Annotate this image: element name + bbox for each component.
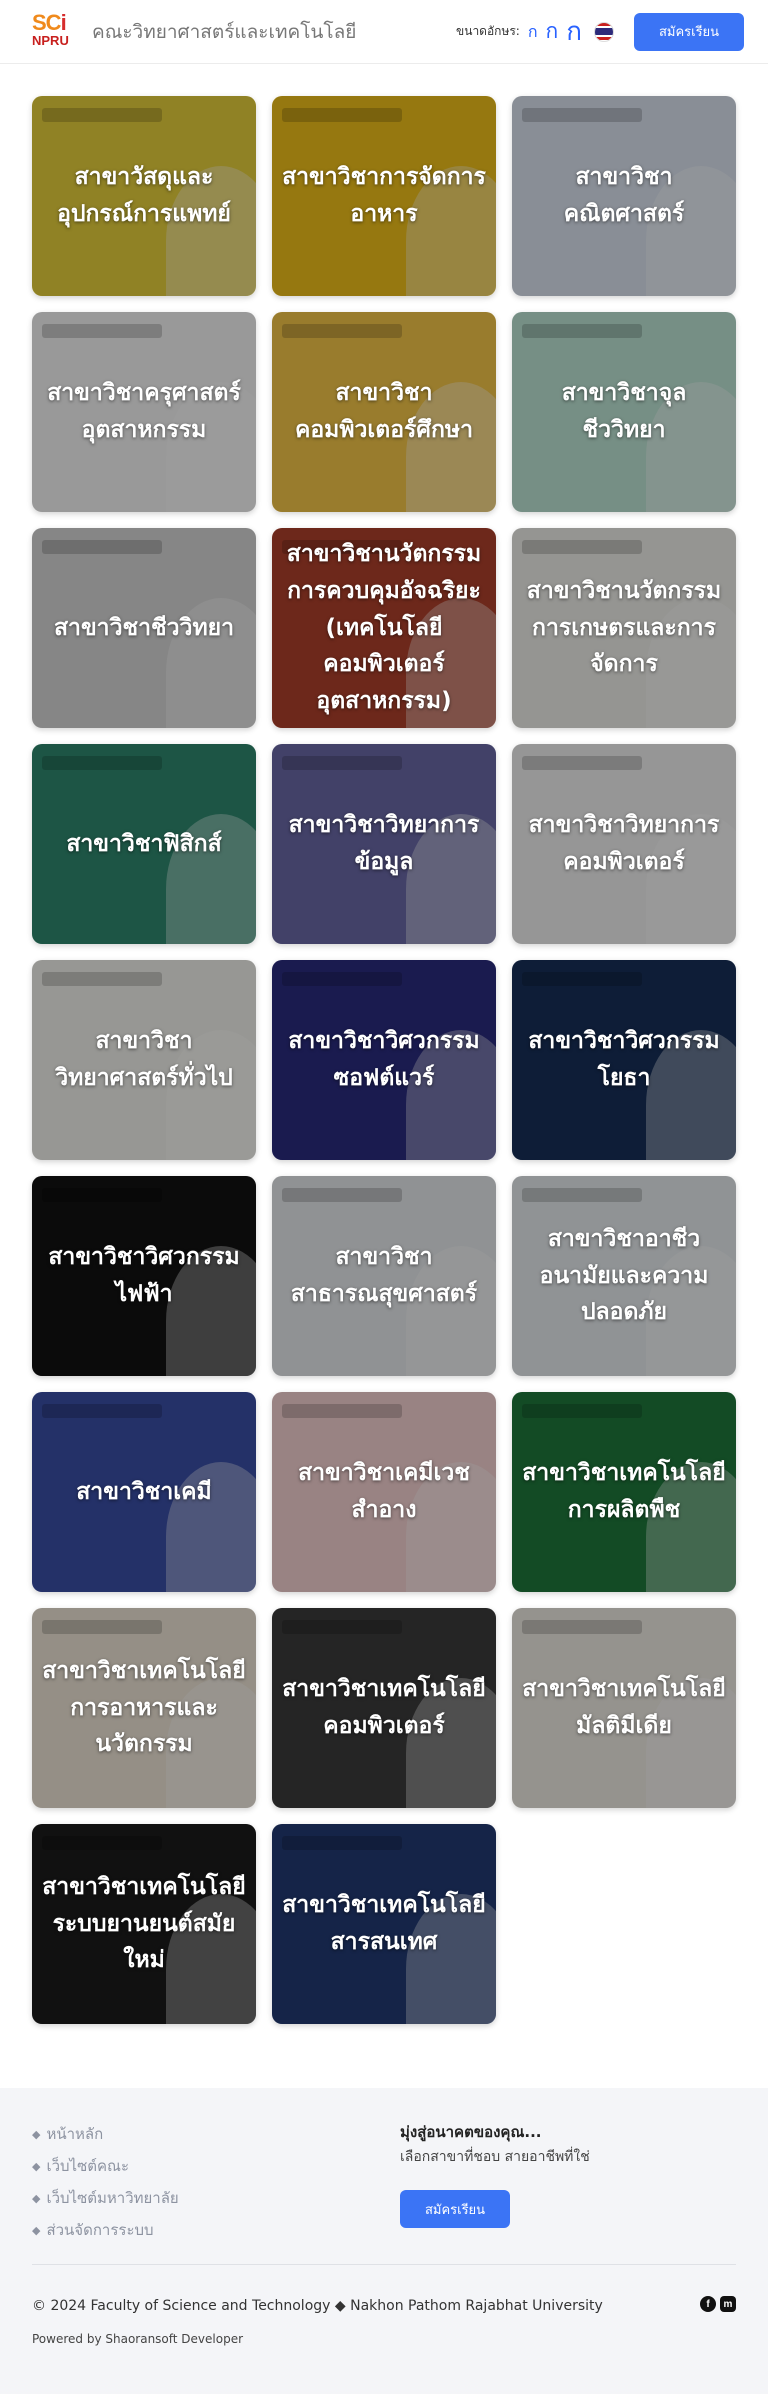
major-card-title: สาขาวิชาการจัดการอาหาร [282,164,486,227]
major-card[interactable]: สาขาวิชาวิทยาศาสตร์ทั่วไป [32,960,256,1160]
diamond-icon: ◆ [32,2127,41,2141]
major-card-title: สาขาวิชานวัตกรรมการควบคุมอัจฉริยะ (เทคโน… [286,541,482,715]
footer-link-admin[interactable]: ◆ ส่วนจัดการระบบ [32,2214,179,2246]
footer-links: ◆ หน้าหลัก ◆ เว็บไซต์คณะ ◆ เว็บไซต์มหาวิทยา… [32,2118,179,2246]
footer-link-label: หน้าหลัก [46,2125,104,2143]
font-size-label: ขนาดอักษร: [456,24,520,38]
major-card[interactable]: สาขาวิชาสาธารณสุขศาสตร์ [272,1176,496,1376]
major-card[interactable]: สาขาวิชาวิทยาการคอมพิวเตอร์ [512,744,736,944]
major-card[interactable]: สาขาวิชาการจัดการอาหาร [272,96,496,296]
major-card[interactable]: สาขาวิชานวัตกรรมการเกษตรและการจัดการ [512,528,736,728]
major-card-title: สาขาวิชาเทคโนโลยีมัลติมีเดีย [522,1676,726,1739]
diamond-icon: ◆ [32,2223,41,2237]
major-card-title: สาขาวิชาครุศาสตร์อุตสาหกรรม [47,380,241,443]
majors-grid: สาขาวัสดุและอุปกรณ์การแพทย์ สาขาวิชาการจั… [32,96,736,2024]
major-card-title: สาขาวิชาวิศวกรรมซอฟต์แวร์ [288,1028,480,1091]
cta-title: มุ่งสู่อนาคตของคุณ... [400,2123,542,2141]
major-card-title: สาขาวิชานวัตกรรมการเกษตรและการจัดการ [526,577,722,678]
thai-flag-icon[interactable] [594,21,614,42]
major-card[interactable]: สาขาวิชาเทคโนโลยีคอมพิวเตอร์ [272,1608,496,1808]
major-card[interactable]: สาขาวิชาเทคโนโลยีระบบยานยนต์สมัยใหม่ [32,1824,256,2024]
footer-link-university-site[interactable]: ◆ เว็บไซต์มหาวิทยาลัย [32,2182,179,2214]
footer-link-faculty-site[interactable]: ◆ เว็บไซต์คณะ [32,2150,179,2182]
major-card-title: สาขาวิชาคณิตศาสตร์ [563,164,685,227]
footer-link-label: เว็บไซต์มหาวิทยาลัย [46,2189,179,2207]
major-card[interactable]: สาขาวัสดุและอุปกรณ์การแพทย์ [32,96,256,296]
major-card[interactable]: สาขาวิชาวิศวกรรมโยธา [512,960,736,1160]
apply-button[interactable]: สมัครเรียน [634,12,744,51]
social-links: f m [700,2296,736,2312]
cta-subtitle: เลือกสาขาที่ชอบ สายอาชีพที่ใช่ [400,2149,590,2165]
footer-cta: มุ่งสู่อนาคตของคุณ... เลือกสาขาที่ชอบ สา… [400,2120,590,2228]
major-card-title: สาขาวิชาคอมพิวเตอร์ศึกษา [294,380,473,443]
major-card[interactable]: สาขาวิชาวิศวกรรมไฟฟ้า [32,1176,256,1376]
major-card[interactable]: สาขาวิชาครุศาสตร์อุตสาหกรรม [32,312,256,512]
major-card-title: สาขาวิชาจุลชีววิทยา [561,380,687,443]
major-card[interactable]: สาขาวิชาวิศวกรรมซอฟต์แวร์ [272,960,496,1160]
facebook-icon[interactable]: f [700,2296,716,2312]
diamond-icon: ◆ [32,2191,41,2205]
logo-npru-text: NPRU [32,32,69,48]
major-card-title: สาขาวิชาฟิสิกส์ [66,830,222,857]
major-card-title: สาขาวิชาวิทยาการข้อมูล [288,812,480,875]
major-card[interactable]: สาขาวิชาอาชีวอนามัยและความปลอดภัย [512,1176,736,1376]
major-card-title: สาขาวิชาเทคโนโลยีการผลิตพืช [522,1460,726,1523]
major-card[interactable]: สาขาวิชาเทคโนโลยีสารสนเทศ [272,1824,496,2024]
major-card[interactable]: สาขาวิชาเทคโนโลยีการอาหารและนวัตกรรม [32,1608,256,1808]
major-card-title: สาขาวิชาสาธารณสุขศาสตร์ [290,1244,478,1307]
footer-divider [32,2264,736,2265]
logo-i-text: i [60,9,67,35]
logo-sc-text: SC [32,9,62,35]
major-card[interactable]: สาขาวิชาฟิสิกส์ [32,744,256,944]
major-card[interactable]: สาขาวิชาวิทยาการข้อมูล [272,744,496,944]
font-size-small-button[interactable]: ก [528,23,538,40]
footer-link-home[interactable]: ◆ หน้าหลัก [32,2118,179,2150]
major-card[interactable]: สาขาวิชานวัตกรรมการควบคุมอัจฉริยะ (เทคโน… [272,528,496,728]
major-card-title: สาขาวิชาเทคโนโลยีระบบยานยนต์สมัยใหม่ [42,1873,246,1974]
diamond-icon: ◆ [32,2159,41,2173]
major-card[interactable]: สาขาวิชาคอมพิวเตอร์ศึกษา [272,312,496,512]
major-card[interactable]: สาขาวิชาเทคโนโลยีการผลิตพืช [512,1392,736,1592]
font-size-large-button[interactable]: ก [566,19,582,45]
major-card-title: สาขาวิชาวิทยาการคอมพิวเตอร์ [528,812,720,875]
major-card-title: สาขาวิชาอาชีวอนามัยและความปลอดภัย [539,1225,709,1326]
major-card[interactable]: สาขาวิชาเคมีเวชสำอาง [272,1392,496,1592]
major-card-title: สาขาวิชาวิศวกรรมโยธา [528,1028,720,1091]
major-card-title: สาขาวิชาเทคโนโลยีคอมพิวเตอร์ [282,1676,486,1739]
faculty-logo[interactable]: SCi NPRU [32,9,76,52]
footer-link-label: ส่วนจัดการระบบ [46,2221,154,2239]
site-title[interactable]: คณะวิทยาศาสตร์และเทคโนโลยี [92,17,456,47]
major-card-title: สาขาวิชาเทคโนโลยีสารสนเทศ [282,1892,486,1955]
major-card[interactable]: สาขาวิชาเคมี [32,1392,256,1592]
footer: ◆ หน้าหลัก ◆ เว็บไซต์คณะ ◆ เว็บไซต์มหาวิทยา… [0,2088,768,2394]
major-card-title: สาขาวิชาวิศวกรรมไฟฟ้า [48,1244,240,1307]
font-size-medium-button[interactable]: ก [546,21,559,42]
footer-apply-button[interactable]: สมัครเรียน [400,2190,510,2228]
major-card-title: สาขาวิชาเคมี [76,1478,212,1505]
major-card[interactable]: สาขาวิชาคณิตศาสตร์ [512,96,736,296]
messenger-icon[interactable]: m [720,2296,736,2312]
major-card[interactable]: สาขาวิชาเทคโนโลยีมัลติมีเดีย [512,1608,736,1808]
major-card-title: สาขาวัสดุและอุปกรณ์การแพทย์ [57,164,231,227]
major-card[interactable]: สาขาวิชาชีววิทยา [32,528,256,728]
copyright-text: © 2024 Faculty of Science and Technology… [32,2298,603,2314]
major-card-title: สาขาวิชาเคมีเวชสำอาง [298,1460,470,1523]
top-navbar: SCi NPRU คณะวิทยาศาสตร์และเทคโนโลยี ขนาด… [0,0,768,64]
footer-link-label: เว็บไซต์คณะ [46,2157,130,2175]
powered-by-text: Powered by Shaoransoft Developer [32,2332,244,2346]
major-card-title: สาขาวิชาวิทยาศาสตร์ทั่วไป [55,1028,233,1091]
major-card-title: สาขาวิชาชีววิทยา [53,614,235,641]
major-card[interactable]: สาขาวิชาจุลชีววิทยา [512,312,736,512]
major-card-title: สาขาวิชาเทคโนโลยีการอาหารและนวัตกรรม [42,1657,246,1758]
